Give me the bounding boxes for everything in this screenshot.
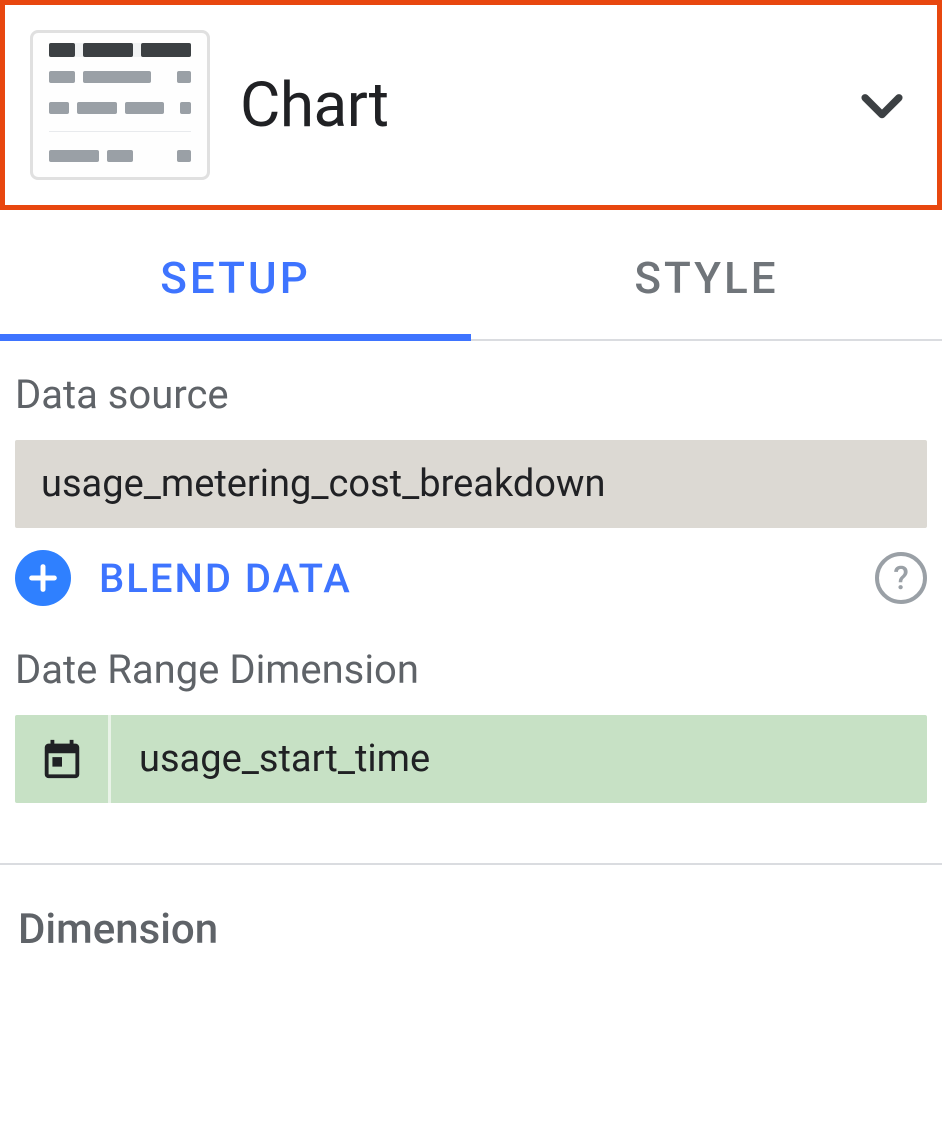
date-range-dimension-field[interactable]: usage_start_time [15,715,927,803]
data-source-label: Data source [15,371,927,418]
date-range-dimension-label: Date Range Dimension [15,646,927,693]
blend-data-row: BLEND DATA ? [15,550,927,606]
chart-title: Chart [240,69,822,142]
chevron-down-icon [852,75,912,135]
plus-icon[interactable] [15,550,71,606]
help-icon[interactable]: ? [875,552,927,604]
dimension-label: Dimension [0,905,942,990]
tab-style[interactable]: STYLE [471,222,942,339]
data-source-section: Data source usage_metering_cost_breakdow… [0,341,942,803]
blend-data-button[interactable]: BLEND DATA [99,555,847,602]
tab-bar: SETUP STYLE [0,222,942,341]
table-chart-icon [30,30,210,180]
tab-setup[interactable]: SETUP [0,222,471,341]
chart-type-selector[interactable]: Chart [0,0,942,210]
section-divider [0,863,942,865]
calendar-icon [15,715,111,803]
date-range-field-text: usage_start_time [111,715,430,803]
data-source-chip[interactable]: usage_metering_cost_breakdown [15,440,927,528]
